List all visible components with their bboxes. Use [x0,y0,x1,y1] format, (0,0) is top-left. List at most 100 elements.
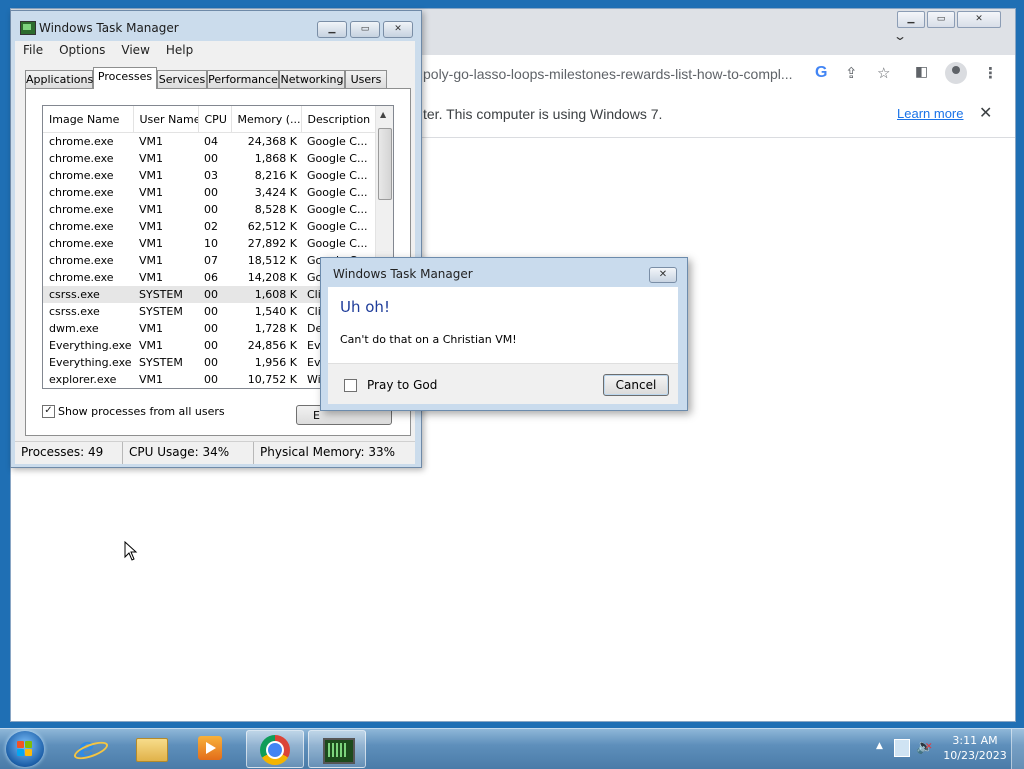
share-icon[interactable]: ⇪ [845,64,858,82]
task-manager-icon [20,21,36,35]
google-icon[interactable]: G [815,64,827,82]
tab-search-chevron-icon[interactable]: ⌄ [893,29,907,43]
cell-memory: 62,512 K [247,220,297,233]
cell-memory: 1,956 K [254,356,297,369]
cell-description: Google C... [307,220,368,233]
menu-help[interactable]: Help [158,41,201,57]
pray-checkbox[interactable] [344,378,357,392]
cell-image: csrss.exe [49,305,100,318]
cell-image: Everything.exe [49,356,132,369]
cell-cpu: 00 [204,356,218,369]
col-cpu[interactable]: CPU [198,106,232,133]
table-row[interactable]: chrome.exe VM1 02 62,512 K Google C... [43,218,375,235]
table-row[interactable]: chrome.exe VM1 00 3,424 K Google C... [43,184,375,201]
cell-image: chrome.exe [49,186,114,199]
internet-explorer-icon: e [78,733,95,763]
cell-image: chrome.exe [49,135,114,148]
col-description[interactable]: Description [301,106,376,133]
tab-networking[interactable]: Networking [279,70,345,88]
cell-user: VM1 [139,203,164,216]
media-player-icon [198,736,222,760]
show-hidden-icons-icon[interactable]: ▲ [876,741,883,751]
star-icon[interactable]: ☆ [877,64,890,82]
window-title: Windows Task Manager [39,21,179,35]
cell-cpu: 07 [204,254,218,267]
cell-user: VM1 [139,169,164,182]
cell-image: chrome.exe [49,220,114,233]
tab-services[interactable]: Services [157,70,207,88]
close-button[interactable]: ✕ [383,21,413,38]
cell-memory: 1,608 K [231,286,301,303]
cell-cpu: 00 [204,305,218,318]
cell-cpu: 00 [204,203,218,216]
dialog-close-button[interactable]: ✕ [649,267,677,283]
scrollbar-thumb[interactable] [378,128,392,200]
pray-label: Pray to God [367,378,438,392]
pray-option[interactable]: Pray to God [344,378,437,392]
tab-performance[interactable]: Performance [207,70,279,88]
cell-user: SYSTEM [133,286,198,303]
learn-more-link[interactable]: Learn more [897,106,963,121]
cell-cpu: 10 [204,237,218,250]
cell-user: VM1 [139,271,164,284]
cell-image: chrome.exe [49,237,114,250]
show-all-processes[interactable]: ✓ Show processes from all users [42,405,225,418]
cell-memory: 8,528 K [254,203,297,216]
sidepanel-icon[interactable]: ◧ [915,64,928,80]
scroll-up-icon[interactable]: ▲ [380,110,386,119]
menu-icon[interactable]: ⋮ [983,64,998,82]
chrome-minimize-button[interactable]: ▁ [897,11,925,28]
table-row[interactable]: chrome.exe VM1 10 27,892 K Google C... [43,235,375,252]
cell-memory: 27,892 K [247,237,297,250]
taskbar-windows-explorer[interactable] [122,730,178,766]
cell-cpu: 00 [204,373,218,386]
cell-user: VM1 [139,254,164,267]
menu-view[interactable]: View [113,41,157,57]
tab-processes[interactable]: Processes [93,67,157,89]
menu-options[interactable]: Options [51,41,113,57]
cell-cpu: 06 [204,271,218,284]
show-desktop-button[interactable] [1011,729,1024,769]
cell-memory: 14,208 K [247,271,297,284]
table-row[interactable]: chrome.exe VM1 03 8,216 K Google C... [43,167,375,184]
cell-user: VM1 [139,237,164,250]
chrome-close-button[interactable]: ✕ [957,11,1001,28]
profile-icon[interactable] [945,62,967,84]
taskbar-task-manager[interactable] [308,730,366,768]
clock[interactable]: 3:11 AM 10/23/2023 [940,733,1010,763]
cell-cpu: 00 [204,339,218,352]
chrome-maximize-button[interactable]: ▭ [927,11,955,28]
cell-image: explorer.exe [49,373,117,386]
cell-user: VM1 [139,220,164,233]
cell-description: Google C... [307,186,368,199]
network-icon[interactable] [894,739,910,757]
error-dialog: Windows Task Manager ✕ Uh oh! Can't do t… [320,257,688,411]
taskbar-internet-explorer[interactable]: e [62,730,118,766]
col-image-name[interactable]: Image Name [43,106,134,133]
menu-file[interactable]: File [15,41,51,57]
cell-image: Everything.exe [49,339,132,352]
cell-user: VM1 [139,322,164,335]
minimize-button[interactable]: ▁ [317,21,347,38]
cancel-button[interactable]: Cancel [603,374,669,396]
taskbar-google-chrome[interactable] [246,730,304,768]
cell-memory: 24,856 K [247,339,297,352]
menu-bar: File Options View Help [15,41,415,59]
tab-applications[interactable]: Applications [25,70,93,88]
chrome-icon [260,735,290,765]
col-memory[interactable]: Memory (... [231,106,302,133]
show-all-checkbox[interactable]: ✓ [42,405,55,418]
col-user-name[interactable]: User Name [133,106,199,133]
table-row[interactable]: chrome.exe VM1 00 1,868 K Google C... [43,150,375,167]
tab-users[interactable]: Users [345,70,387,88]
address-bar-url[interactable]: poly-go-lasso-loops-milestones-rewards-l… [423,66,793,82]
start-button[interactable] [6,731,44,767]
table-row[interactable]: chrome.exe VM1 00 8,528 K Google C... [43,201,375,218]
taskbar-media-player[interactable] [182,730,238,766]
cell-user: SYSTEM [139,356,183,369]
close-icon[interactable]: ✕ [979,103,992,122]
volume-muted-icon[interactable]: 🔈 [916,739,933,755]
cell-description: Google C... [307,135,368,148]
maximize-button[interactable]: ▭ [350,21,380,38]
table-row[interactable]: chrome.exe VM1 04 24,368 K Google C... [43,133,375,151]
